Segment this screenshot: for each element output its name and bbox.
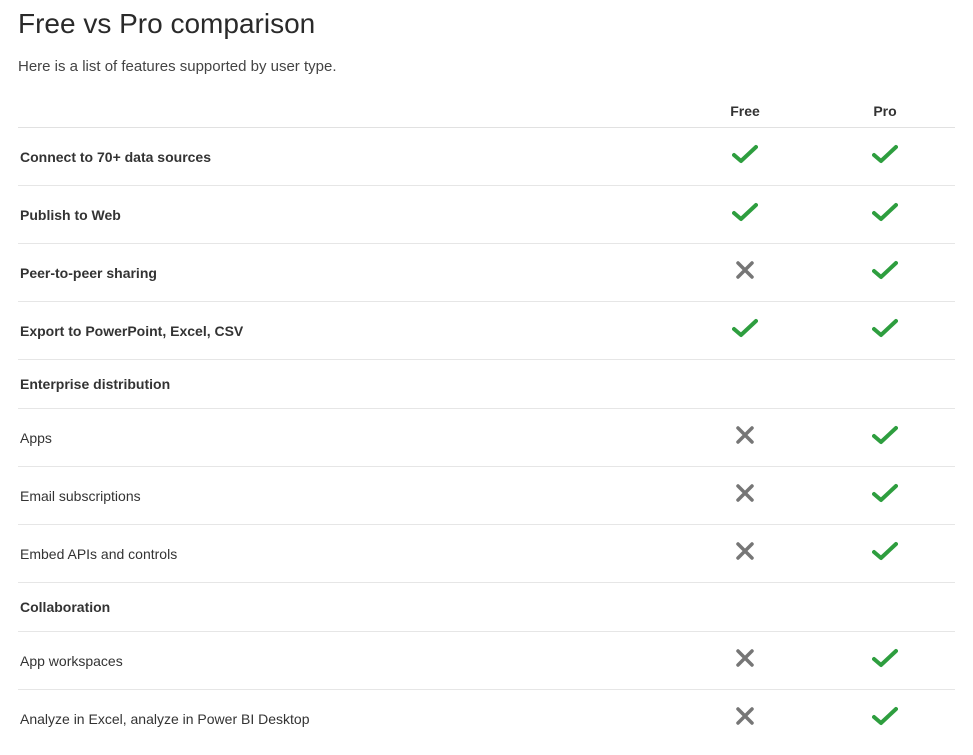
pro-cell: [815, 186, 955, 244]
free-cell: [675, 360, 815, 409]
table-row: Apps: [18, 409, 955, 467]
page-title: Free vs Pro comparison: [18, 8, 955, 40]
check-icon: [872, 706, 898, 726]
pro-cell: [815, 690, 955, 748]
table-row: App workspaces: [18, 632, 955, 690]
free-cell: [675, 128, 815, 186]
table-row: Collaboration: [18, 583, 955, 632]
check-icon: [872, 202, 898, 222]
free-cell: [675, 467, 815, 525]
page-subtitle: Here is a list of features supported by …: [18, 58, 955, 75]
check-icon: [732, 202, 758, 222]
cross-icon: [735, 483, 755, 503]
comparison-table: Free Pro Connect to 70+ data sourcesPubl…: [18, 93, 955, 747]
free-cell: [675, 690, 815, 748]
table-row: Publish to Web: [18, 186, 955, 244]
pro-cell: [815, 409, 955, 467]
column-header-free: Free: [675, 93, 815, 128]
feature-label: Email subscriptions: [18, 467, 675, 525]
table-row: Connect to 70+ data sources: [18, 128, 955, 186]
cross-icon: [735, 425, 755, 445]
pro-cell: [815, 244, 955, 302]
free-cell: [675, 186, 815, 244]
check-icon: [872, 318, 898, 338]
column-header-feature: [18, 93, 675, 128]
check-icon: [732, 144, 758, 164]
check-icon: [872, 541, 898, 561]
table-row: Email subscriptions: [18, 467, 955, 525]
check-icon: [872, 648, 898, 668]
free-cell: [675, 525, 815, 583]
table-row: Peer-to-peer sharing: [18, 244, 955, 302]
feature-label: Peer-to-peer sharing: [18, 244, 675, 302]
check-icon: [872, 425, 898, 445]
feature-label: Enterprise distribution: [18, 360, 675, 409]
table-row: Analyze in Excel, analyze in Power BI De…: [18, 690, 955, 748]
feature-label: Export to PowerPoint, Excel, CSV: [18, 302, 675, 360]
pro-cell: [815, 360, 955, 409]
pro-cell: [815, 525, 955, 583]
free-cell: [675, 409, 815, 467]
pro-cell: [815, 302, 955, 360]
table-row: Embed APIs and controls: [18, 525, 955, 583]
free-cell: [675, 244, 815, 302]
free-cell: [675, 583, 815, 632]
check-icon: [872, 483, 898, 503]
free-cell: [675, 632, 815, 690]
feature-label: Connect to 70+ data sources: [18, 128, 675, 186]
column-header-pro: Pro: [815, 93, 955, 128]
feature-label: Collaboration: [18, 583, 675, 632]
check-icon: [732, 318, 758, 338]
pro-cell: [815, 467, 955, 525]
feature-label: Analyze in Excel, analyze in Power BI De…: [18, 690, 675, 748]
feature-label: Publish to Web: [18, 186, 675, 244]
cross-icon: [735, 260, 755, 280]
pro-cell: [815, 583, 955, 632]
free-cell: [675, 302, 815, 360]
feature-label: App workspaces: [18, 632, 675, 690]
check-icon: [872, 260, 898, 280]
table-row: Enterprise distribution: [18, 360, 955, 409]
check-icon: [872, 144, 898, 164]
cross-icon: [735, 706, 755, 726]
pro-cell: [815, 128, 955, 186]
cross-icon: [735, 541, 755, 561]
feature-label: Embed APIs and controls: [18, 525, 675, 583]
cross-icon: [735, 648, 755, 668]
feature-label: Apps: [18, 409, 675, 467]
table-row: Export to PowerPoint, Excel, CSV: [18, 302, 955, 360]
pro-cell: [815, 632, 955, 690]
